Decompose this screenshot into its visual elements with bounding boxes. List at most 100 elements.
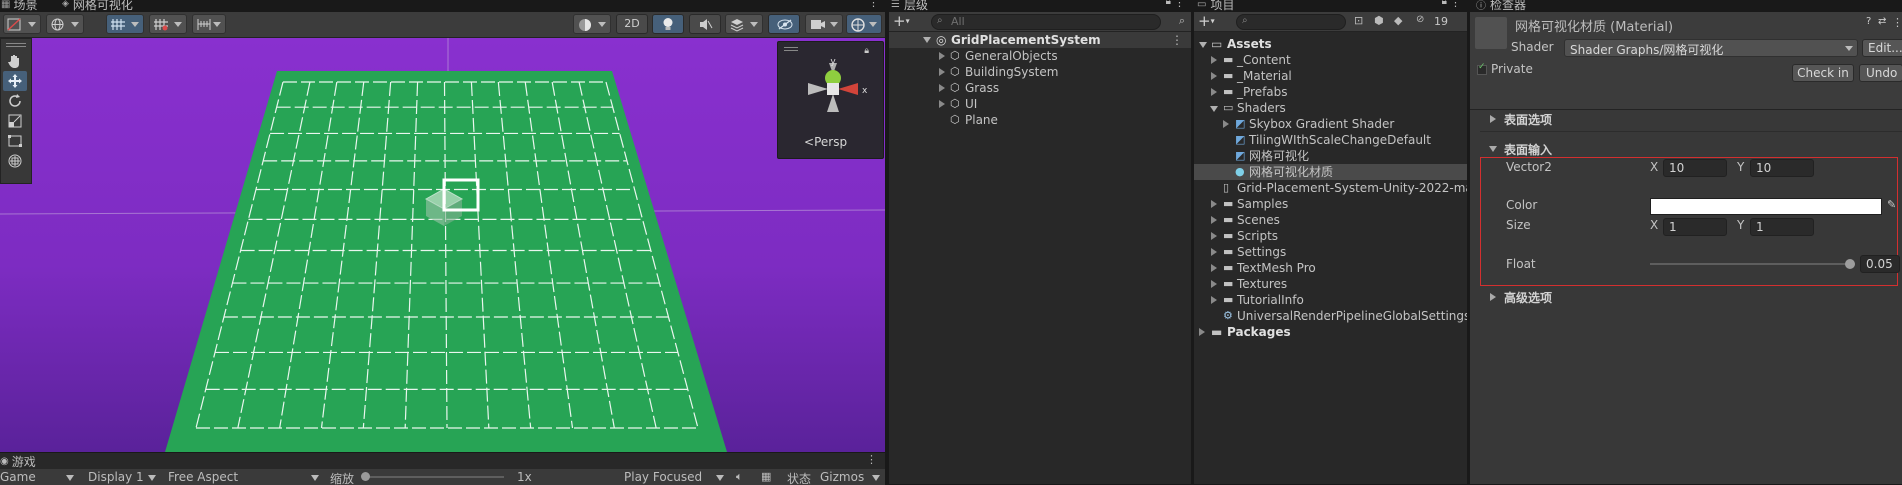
gizmos-select[interactable]: Gizmos xyxy=(818,469,882,485)
eyedropper-icon[interactable]: ✎ xyxy=(1887,198,1896,211)
expand-arrow-icon[interactable] xyxy=(1211,296,1217,304)
preset-icon[interactable]: ⇄ xyxy=(1878,16,1886,27)
project-search[interactable]: ⌕ xyxy=(1236,14,1346,30)
camera-dropdown[interactable] xyxy=(805,14,843,34)
size-y-field[interactable]: 1 xyxy=(1750,218,1814,236)
float-value-field[interactable]: 0.05 xyxy=(1860,255,1900,273)
expand-arrow-icon[interactable] xyxy=(1211,216,1217,224)
hierarchy-item[interactable]: ⬡ Plane xyxy=(889,112,1191,128)
scene-tab[interactable]: ▦ 场景 xyxy=(0,0,37,12)
edit-shader-button[interactable]: Edit... xyxy=(1862,39,1902,57)
display-select[interactable]: Display 1 xyxy=(84,469,160,485)
orientation-gizmo[interactable]: 🔒︎ y x <Persp xyxy=(777,41,884,159)
expand-arrow-icon[interactable] xyxy=(939,68,945,76)
project-item[interactable]: ▬ TutorialInfo xyxy=(1194,292,1467,308)
expand-arrow-icon[interactable] xyxy=(1211,232,1217,240)
shading-mode-dropdown[interactable] xyxy=(573,14,611,34)
perspective-toggle[interactable]: <Persp xyxy=(804,135,847,149)
assets-root-row[interactable]: ▭ Assets xyxy=(1194,36,1467,52)
play-mode-select[interactable]: Play Focused xyxy=(622,469,726,485)
project-item[interactable]: ◩ 网格可视化 xyxy=(1194,148,1467,164)
search-by-label-icon[interactable]: ⬢ xyxy=(1374,14,1384,27)
project-item[interactable]: ▬ TextMesh Pro xyxy=(1194,260,1467,276)
hierarchy-item[interactable]: ⬡ GeneralObjects xyxy=(889,48,1191,64)
game-tab[interactable]: ◉ 游戏 xyxy=(0,453,36,469)
expand-arrow-icon[interactable] xyxy=(1211,248,1217,256)
float-slider[interactable] xyxy=(1650,256,1855,272)
hierarchy-item[interactable]: ⬡ UI xyxy=(889,96,1191,112)
hierarchy-lock-icon[interactable]: 🔒︎ xyxy=(1166,0,1171,7)
audio-toggle[interactable] xyxy=(689,14,721,34)
vector2-y-field[interactable]: 10 xyxy=(1750,159,1814,177)
check-in-button[interactable]: Check in xyxy=(1792,64,1854,82)
hierarchy-search[interactable]: ⌕ All xyxy=(931,14,1161,30)
rect-tool[interactable] xyxy=(3,131,27,151)
globe-dropdown[interactable] xyxy=(46,14,84,34)
project-tab[interactable]: ▭ 项目 xyxy=(1194,0,1234,12)
project-item[interactable]: ▬ _Content xyxy=(1194,52,1467,68)
move-tool[interactable] xyxy=(3,71,27,91)
expand-arrow-icon[interactable] xyxy=(1199,328,1205,336)
header-more-icon[interactable]: ⋮ xyxy=(1892,16,1902,29)
ruler-dropdown[interactable] xyxy=(192,14,226,34)
collapse-arrow-icon[interactable] xyxy=(923,37,931,43)
hand-tool[interactable] xyxy=(3,51,27,71)
project-add-button[interactable]: +▾ xyxy=(1198,13,1224,30)
tools-overlay-grip[interactable] xyxy=(6,43,26,47)
project-item[interactable]: ▯ Grid-Placement-System-Unity-2022-ma xyxy=(1194,180,1467,196)
scene-viewport[interactable]: 🔒︎ y x <Persp xyxy=(0,38,885,452)
packages-root-row[interactable]: ▬ Packages xyxy=(1194,324,1467,340)
size-x-field[interactable]: 1 xyxy=(1663,218,1727,236)
project-item[interactable]: ▭ Shaders xyxy=(1194,100,1467,116)
inspector-tab[interactable]: ⓘ 检查器 xyxy=(1470,0,1526,12)
hierarchy-item[interactable]: ⬡ Grass xyxy=(889,80,1191,96)
grid-visual-tab[interactable]: ◈ 网格可视化 xyxy=(62,0,133,12)
tag-icon[interactable]: ◆ xyxy=(1394,14,1402,27)
expand-arrow-icon[interactable] xyxy=(1211,88,1217,96)
stats-button[interactable]: 状态 xyxy=(787,470,811,485)
lighting-toggle[interactable] xyxy=(652,14,684,34)
expand-arrow-icon[interactable] xyxy=(1211,200,1217,208)
advanced-options-foldout[interactable]: 高级选项 xyxy=(1470,288,1902,306)
color-swatch[interactable] xyxy=(1650,198,1882,215)
private-checkbox[interactable]: ✓ xyxy=(1477,62,1487,75)
search-filter-icon[interactable]: ⌕ xyxy=(1179,14,1185,28)
expand-arrow-icon[interactable] xyxy=(1211,72,1217,80)
increment-snap-dropdown[interactable] xyxy=(149,14,187,34)
game-view-select[interactable]: Game xyxy=(0,469,78,485)
effects-dropdown[interactable] xyxy=(725,14,763,34)
expand-arrow-icon[interactable] xyxy=(1211,56,1217,64)
help-icon[interactable]: ? xyxy=(1866,16,1871,27)
undo-button[interactable]: Undo xyxy=(1859,64,1902,82)
game-more-icon[interactable]: ⋮ xyxy=(866,453,877,466)
rotate-tool[interactable] xyxy=(3,91,27,111)
scale-slider-thumb[interactable] xyxy=(361,472,370,481)
project-item[interactable]: ◩ TilingWIthScaleChangeDefault xyxy=(1194,132,1467,148)
float-slider-thumb[interactable] xyxy=(1845,259,1855,269)
project-item[interactable]: ▬ Scenes xyxy=(1194,212,1467,228)
gizmo-grip[interactable] xyxy=(784,47,798,51)
scene-more-icon[interactable]: ⋮ xyxy=(868,0,879,9)
keyboard-icon[interactable]: ▦ xyxy=(761,470,771,483)
collapse-arrow-icon[interactable] xyxy=(1210,106,1218,112)
draw-mode-dropdown[interactable] xyxy=(3,14,41,34)
scale-slider[interactable] xyxy=(360,469,510,485)
hierarchy-scene-row[interactable]: ◎ GridPlacementSystem ⋮ xyxy=(889,32,1191,48)
expand-arrow-icon[interactable] xyxy=(1211,264,1217,272)
expand-arrow-icon[interactable] xyxy=(1211,280,1217,288)
hierarchy-item[interactable]: ⬡ BuildingSystem xyxy=(889,64,1191,80)
project-item[interactable]: ▬ Textures xyxy=(1194,276,1467,292)
transform-tool[interactable] xyxy=(3,151,27,171)
shader-select[interactable]: Shader Graphs/网格可视化 xyxy=(1564,39,1858,57)
hierarchy-tab[interactable]: ☰ 层级 xyxy=(889,0,928,12)
vector2-x-field[interactable]: 10 xyxy=(1663,159,1727,177)
project-item[interactable]: ▬ Scripts xyxy=(1194,228,1467,244)
project-item[interactable]: ▬ Samples xyxy=(1194,196,1467,212)
collapse-arrow-icon[interactable] xyxy=(1199,42,1207,48)
expand-arrow-icon[interactable] xyxy=(939,84,945,92)
hierarchy-more-icon[interactable]: ⋮ xyxy=(1174,0,1185,9)
grid-snap-dropdown[interactable] xyxy=(106,14,144,34)
project-item-selected[interactable]: ● 网格可视化材质 xyxy=(1194,164,1467,180)
scene-row-more-icon[interactable]: ⋮ xyxy=(1171,32,1183,48)
hidden-objects-toggle[interactable] xyxy=(768,14,800,34)
